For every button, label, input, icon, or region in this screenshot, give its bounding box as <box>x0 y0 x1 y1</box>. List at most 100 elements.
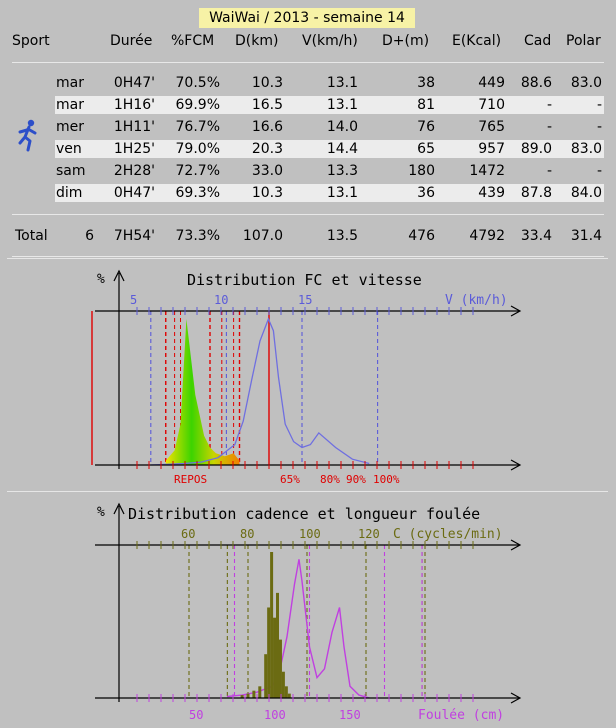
cell-energy: 765 <box>478 119 505 135</box>
y-axis-label: % <box>97 272 105 287</box>
cell-cad: - <box>546 163 552 179</box>
cell-cad: - <box>546 97 552 113</box>
cell-cad: 87.8 <box>520 185 552 201</box>
cell-dplus: 76 <box>417 119 435 135</box>
total-energy: 4792 <box>469 228 505 244</box>
cell-fcm: 69.3% <box>175 185 220 201</box>
cell-cad: 88.6 <box>520 75 552 91</box>
cell-cad: 89.0 <box>520 141 552 157</box>
header-polar: Polar <box>566 33 601 49</box>
cadence-bar <box>258 686 262 698</box>
total-dist: 107.0 <box>242 228 283 244</box>
cadence-bar <box>246 693 250 698</box>
cell-dplus: 65 <box>417 141 435 157</box>
cadence-bar <box>287 693 291 698</box>
cell-day: mar <box>56 75 84 91</box>
cell-speed: 14.0 <box>326 119 358 135</box>
cell-day: sam <box>56 163 86 179</box>
total-label: Total <box>15 228 48 244</box>
total-count: 6 <box>85 228 94 244</box>
header-fcm: %FCM <box>171 33 215 49</box>
total-polar: 31.4 <box>570 228 602 244</box>
cell-fcm: 69.9% <box>175 97 220 113</box>
cell-day: ven <box>56 141 82 157</box>
header-duree: Durée <box>110 33 153 49</box>
speed-tick-label: 5 <box>130 293 137 307</box>
hr-zone-label: REPOS <box>174 473 207 486</box>
cell-dplus: 81 <box>417 97 435 113</box>
cell-day: mer <box>56 119 85 135</box>
stride-tick-label: 50 <box>189 708 203 722</box>
total-duree: 7H54' <box>113 228 155 244</box>
speed-tick-label: 10 <box>214 293 228 307</box>
cell-speed: 13.3 <box>326 163 358 179</box>
cell-fcm: 76.7% <box>175 119 220 135</box>
cell-polar: - <box>596 163 602 179</box>
cadence-tick-label: 60 <box>181 527 195 541</box>
cell-dplus: 36 <box>417 185 435 201</box>
header-divider <box>12 62 604 63</box>
speed-tick-label: 15 <box>298 293 312 307</box>
cell-dplus: 180 <box>408 163 435 179</box>
cadence-bar <box>267 607 271 698</box>
cell-duree: 0H47' <box>113 75 155 91</box>
cell-duree: 1H16' <box>113 97 155 113</box>
y-axis-label: % <box>97 505 105 520</box>
chart-divider <box>12 256 604 257</box>
cadence-bar <box>284 686 288 698</box>
stride-tick-label: 150 <box>339 708 361 722</box>
cell-polar: - <box>596 97 602 113</box>
cell-polar: 84.0 <box>570 185 602 201</box>
cell-dist: 33.0 <box>251 163 283 179</box>
cell-dist: 10.3 <box>251 185 283 201</box>
total-speed: 13.5 <box>326 228 358 244</box>
hr-zone-label: 65% <box>280 473 300 486</box>
header-dplus: D+(m) <box>382 33 430 49</box>
cell-dist: 16.6 <box>251 119 283 135</box>
cell-duree: 2H28' <box>113 163 155 179</box>
cell-duree: 1H11' <box>113 119 155 135</box>
header-dist: D(km) <box>235 33 279 49</box>
hr-speed-chart: % Distribution FC et vitesse V (km/h) 5 1… <box>7 258 608 491</box>
stride-axis-label: Foulée (cm) <box>418 708 504 723</box>
cell-energy: 439 <box>478 185 505 201</box>
cadence-bar <box>264 654 268 698</box>
cadence-bar <box>273 617 277 698</box>
cell-speed: 13.1 <box>326 75 358 91</box>
cadence-tick-label: 80 <box>240 527 254 541</box>
header-cad: Cad <box>524 33 552 49</box>
hr-speed-svg: % Distribution FC et vitesse V (km/h) 5 1… <box>91 269 522 486</box>
cell-speed: 14.4 <box>326 141 358 157</box>
cadence-bar <box>278 639 282 698</box>
cell-energy: 710 <box>478 97 505 113</box>
page-title: WaiWai / 2013 - semaine 14 <box>199 8 415 28</box>
header-speed: V(km/h) <box>302 33 358 49</box>
cell-duree: 1H25' <box>113 141 155 157</box>
cell-energy: 1472 <box>469 163 505 179</box>
cadence-bar <box>252 690 256 698</box>
cadence-bar <box>281 671 285 698</box>
cadence-tick-label: 120 <box>358 527 380 541</box>
hr-distribution-area <box>165 319 240 465</box>
cell-speed: 13.1 <box>326 97 358 113</box>
total-fcm: 73.3% <box>175 228 220 244</box>
cadence-bar <box>276 592 279 698</box>
cell-dist: 16.5 <box>251 97 283 113</box>
hr-zone-label: 80% <box>320 473 340 486</box>
cell-polar: - <box>596 119 602 135</box>
cadence-tick-label: 100 <box>299 527 321 541</box>
chart1-title: Distribution FC et vitesse <box>187 271 422 289</box>
speed-axis-label: V (km/h) <box>445 293 508 308</box>
cell-cad: - <box>546 119 552 135</box>
total-dplus: 476 <box>408 228 435 244</box>
hr-zone-label: 90% <box>346 473 366 486</box>
cell-fcm: 79.0% <box>175 141 220 157</box>
cell-dist: 10.3 <box>251 75 283 91</box>
cell-polar: 83.0 <box>570 75 602 91</box>
cadence-stride-svg: % Distribution cadence et longueur foulé… <box>95 502 522 723</box>
cell-dplus: 38 <box>417 75 435 91</box>
cadence-stride-chart: % Distribution cadence et longueur foulé… <box>7 491 608 724</box>
cell-polar: 83.0 <box>570 141 602 157</box>
header-sport: Sport <box>12 33 50 49</box>
cell-fcm: 72.7% <box>175 163 220 179</box>
